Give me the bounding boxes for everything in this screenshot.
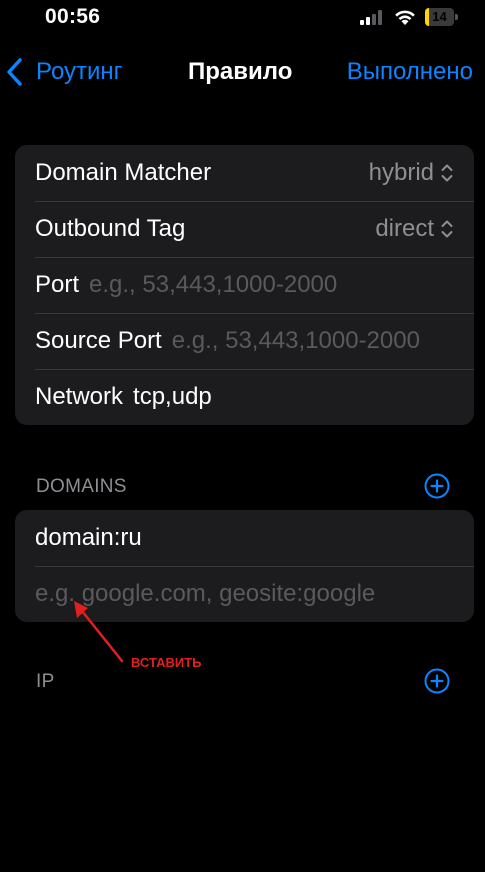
domains-section-header: DOMAINS xyxy=(36,476,127,497)
rule-settings-group: Domain Matcher hybrid Outbound Tag direc… xyxy=(15,145,474,425)
source-port-label: Source Port xyxy=(35,327,162,354)
network-label: Network xyxy=(35,383,124,410)
battery-percent: 14 xyxy=(432,9,447,24)
annotation-label: ВСТАВИТЬ xyxy=(131,655,202,670)
status-time: 00:56 xyxy=(45,5,101,28)
add-ip-button[interactable] xyxy=(424,668,450,694)
domain-matcher-row[interactable]: Domain Matcher hybrid xyxy=(15,145,474,201)
annotation-arrow xyxy=(74,601,124,663)
port-row: Port xyxy=(15,257,474,313)
status-bar: 00:56 14 xyxy=(0,0,485,40)
network-row: Network xyxy=(15,369,474,425)
new-domain-row xyxy=(15,566,474,622)
domain-matcher-picker[interactable]: hybrid xyxy=(369,159,454,187)
source-port-input[interactable] xyxy=(171,327,454,355)
domain-matcher-label: Domain Matcher xyxy=(35,159,212,186)
port-input[interactable] xyxy=(89,271,454,299)
outbound-tag-label: Outbound Tag xyxy=(35,215,186,242)
page-title: Правило xyxy=(188,58,293,85)
domain-input[interactable] xyxy=(35,524,454,552)
done-button[interactable]: Выполнено xyxy=(347,50,473,94)
new-domain-input[interactable] xyxy=(35,580,454,608)
outbound-tag-row[interactable]: Outbound Tag direct xyxy=(15,201,474,257)
chevron-up-down-icon xyxy=(441,220,453,238)
domains-group xyxy=(15,510,474,622)
network-input[interactable] xyxy=(133,383,454,411)
source-port-row: Source Port xyxy=(15,313,474,369)
navigation-bar: Роутинг Правило Выполнено xyxy=(0,50,485,94)
signal-icon xyxy=(360,10,382,25)
back-button[interactable]: Роутинг xyxy=(6,50,122,94)
wifi-icon xyxy=(395,10,415,25)
outbound-tag-picker[interactable]: direct xyxy=(375,215,454,243)
back-button-label: Роутинг xyxy=(36,58,123,85)
ip-section-header: IP xyxy=(36,671,55,692)
chevron-up-down-icon xyxy=(441,164,453,182)
domain-matcher-value: hybrid xyxy=(368,159,434,186)
port-label: Port xyxy=(35,271,80,298)
domain-row xyxy=(15,510,474,566)
add-domain-button[interactable] xyxy=(424,473,450,499)
outbound-tag-value: direct xyxy=(375,215,434,242)
battery-icon: 14 xyxy=(425,8,458,26)
chevron-left-icon xyxy=(7,58,22,86)
